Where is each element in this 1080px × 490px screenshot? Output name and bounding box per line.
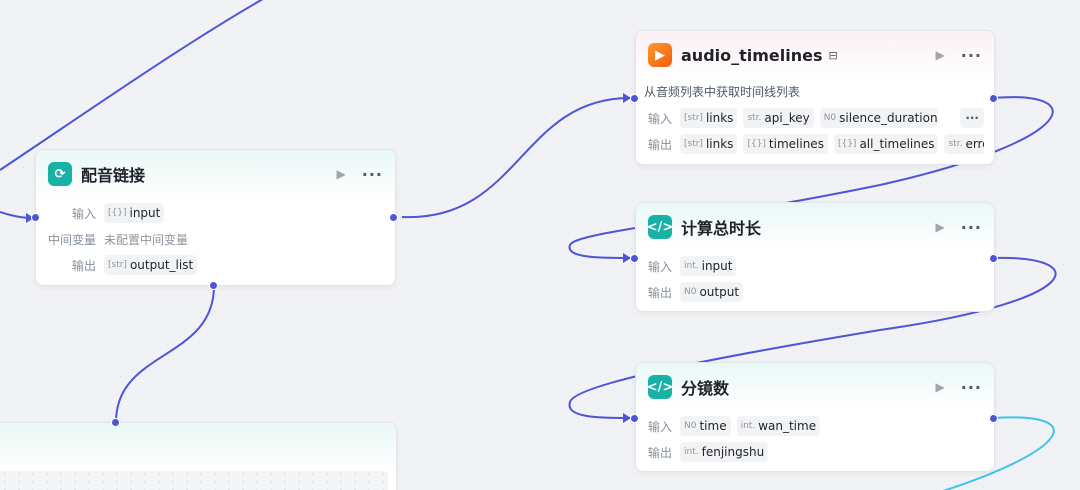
output-label: 输出	[647, 445, 672, 460]
node-fenjingshu[interactable]: </> 分镜数 ▶ ··· 输入 N0 time int. wan_time 输出 …	[635, 362, 995, 472]
outputs-row: 输出 [str] output_list	[48, 254, 385, 276]
param-chip: N0 silence_duration	[819, 108, 938, 128]
port-fenjing-in[interactable]	[630, 414, 639, 423]
output-label: 输出	[647, 137, 672, 152]
run-icon[interactable]: ▶	[936, 380, 945, 394]
input-label: 输入	[647, 419, 672, 434]
node-description: 从音频列表中获取时间线列表	[644, 85, 801, 99]
more-icon[interactable]: ···	[961, 46, 982, 65]
param-chip: [{}] input	[104, 203, 165, 223]
run-icon[interactable]: ▶	[936, 220, 945, 234]
port-peiyin-bottom[interactable]	[209, 281, 218, 290]
port-audio-out[interactable]	[989, 94, 998, 103]
node-title: 分镜数	[681, 379, 730, 398]
node-total-duration[interactable]: </> 计算总时长 ▶ ··· 输入 int. input 输出 N0 output	[635, 202, 995, 312]
port-peiyin-in[interactable]	[31, 213, 40, 222]
more-params-button[interactable]: ···	[960, 108, 984, 128]
port-audio-in[interactable]	[630, 94, 639, 103]
input-label: 输入	[647, 259, 672, 274]
plugin-badge-icon: ⊟	[828, 48, 838, 62]
node-peiyin-lianjie[interactable]: ⟳ 配音链接 ▶ ··· 输入 [{}] input 中间变量 未配置中间变量 输…	[35, 149, 396, 286]
code-icon: </>	[647, 215, 673, 239]
code-icon: </>	[647, 375, 673, 399]
port-total-in[interactable]	[630, 254, 639, 263]
port-bottom-in[interactable]	[111, 418, 120, 427]
param-chip: N0 output	[680, 282, 744, 302]
outputs-row: 输出 N0 output	[646, 281, 984, 303]
node-header	[0, 423, 396, 471]
input-label: 输入	[71, 206, 96, 221]
mid-variables-row: 中间变量 未配置中间变量	[48, 228, 385, 250]
outputs-row: 输出 int. fenjingshu	[646, 441, 984, 463]
port-peiyin-out[interactable]	[389, 213, 398, 222]
param-chip: int. wan_time	[736, 416, 821, 436]
node-header: </> 分镜数 ▶ ···	[636, 363, 994, 411]
more-icon[interactable]: ···	[961, 218, 982, 237]
param-chip: [str] output_list	[104, 255, 198, 275]
param-chip: int. fenjingshu	[680, 442, 769, 462]
loop-body-area	[0, 471, 388, 490]
param-chip: str. api_key	[743, 108, 814, 128]
outputs-row: 输出 [str] links [{}] timelines [{}] all_time…	[646, 133, 984, 155]
more-icon[interactable]: ···	[362, 165, 383, 184]
param-chip: str.error	[944, 134, 984, 154]
port-fenjing-out[interactable]	[989, 414, 998, 423]
node-audio-timelines[interactable]: ▶ audio_timelines ⊟ ▶ ··· 从音频列表中获取时间线列表 …	[635, 30, 995, 165]
loop-icon: ⟳	[48, 162, 72, 186]
more-icon[interactable]: ···	[961, 378, 982, 397]
param-chip: [{}] all_timelines	[833, 134, 939, 154]
param-chip: N0 time	[680, 416, 731, 436]
inputs-row: 输入 [{}] input	[48, 202, 385, 224]
param-chip: [str] links	[680, 134, 738, 154]
mid-value: 未配置中间变量	[104, 232, 189, 247]
output-label: 输出	[71, 258, 96, 273]
param-chip: int. input	[680, 256, 737, 276]
inputs-row: 输入 [str] links str. api_key N0 silence_dura…	[646, 107, 984, 129]
run-icon[interactable]: ▶	[337, 167, 346, 181]
param-chip: [str] links	[680, 108, 738, 128]
port-total-out[interactable]	[989, 254, 998, 263]
node-title: audio_timelines	[681, 45, 823, 65]
node-header: ▶ audio_timelines ⊟ ▶ ···	[636, 31, 994, 79]
node-header: ⟳ 配音链接 ▶ ···	[36, 150, 395, 198]
node-title: 计算总时长	[681, 219, 762, 238]
mid-label: 中间变量	[48, 232, 97, 247]
inputs-row: 输入 int. input	[646, 255, 984, 277]
node-bottom-partial[interactable]	[0, 422, 397, 490]
run-icon[interactable]: ▶	[936, 48, 945, 62]
node-header: </> 计算总时长 ▶ ···	[636, 203, 994, 251]
output-label: 输出	[647, 285, 672, 300]
input-label: 输入	[647, 111, 672, 126]
inputs-row: 输入 N0 time int. wan_time	[646, 415, 984, 437]
video-plugin-icon: ▶	[648, 43, 672, 67]
node-title: 配音链接	[81, 166, 146, 185]
param-chip: [{}] timelines	[743, 134, 828, 154]
